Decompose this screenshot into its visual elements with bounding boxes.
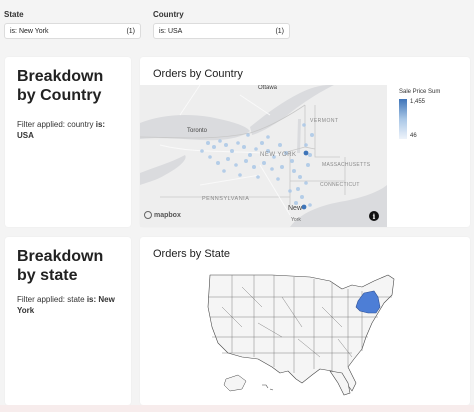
map-label-new-york: NEW YORK: [260, 152, 297, 158]
state-filter-select[interactable]: is: New York (1): [4, 23, 141, 39]
mapbox-logo-icon: [144, 211, 152, 219]
breakdown-country-card: Breakdown by Country Filter applied: cou…: [5, 57, 131, 227]
map-point-max: [301, 204, 307, 210]
map-label-pennsylvania: PENNSYLVANIA: [202, 196, 250, 202]
info-icon[interactable]: i: [369, 211, 379, 221]
legend-title: Sale Price Sum: [399, 89, 441, 95]
breakdown-state-title: Breakdown by state: [17, 248, 104, 284]
breakdown-state-filter-op: is:: [86, 295, 97, 304]
breakdown-country-filter-text: Filter applied: country is: USA: [17, 119, 119, 141]
orders-by-country-title: Orders by Country: [153, 68, 243, 80]
state-filter-label: State: [4, 10, 24, 19]
map-label-massachusetts: MASSACHUSETTS: [322, 162, 371, 168]
breakdown-country-filter-prefix: Filter applied: country: [17, 120, 94, 129]
country-filter: Country is: USA (1): [153, 10, 290, 39]
orders-by-country-card: Orders by Country Ottawa Toronto VERMONT…: [140, 57, 470, 227]
legend-min: 46: [410, 133, 417, 139]
mapbox-logo-text: mapbox: [154, 211, 181, 219]
mapbox-logo[interactable]: mapbox: [144, 211, 181, 219]
map-label-toronto: Toronto: [187, 128, 208, 134]
state-filter: State is: New York (1): [4, 10, 141, 39]
orders-by-state-card: Orders by State: [140, 237, 470, 405]
us-state-map[interactable]: [202, 267, 402, 397]
country-filter-label: Country: [153, 10, 184, 19]
bottom-strip: [0, 405, 474, 412]
country-map[interactable]: Ottawa Toronto VERMONT NEW YORK MASSACHU…: [140, 85, 387, 227]
map-label-ottawa: Ottawa: [258, 85, 278, 91]
breakdown-state-filter-text: Filter applied: state is: New York: [17, 294, 119, 316]
breakdown-country-filter-op: is:: [95, 120, 106, 129]
map-label-connecticut: CONNECTICUT: [320, 182, 360, 188]
legend-max: 1,455: [410, 99, 426, 105]
breakdown-state-card: Breakdown by state Filter applied: state…: [5, 237, 131, 405]
breakdown-country-title: Breakdown by Country: [17, 68, 104, 104]
state-filter-count: (1): [126, 27, 135, 35]
state-filter-value: is: New York: [10, 27, 49, 35]
orders-by-state-title: Orders by State: [153, 248, 231, 260]
country-filter-count: (1): [275, 27, 284, 35]
country-filter-value: is: USA: [159, 27, 183, 35]
breakdown-country-filter-value: USA: [17, 131, 34, 140]
map-label-new-city: New: [288, 205, 303, 212]
legend-color-bar: [399, 99, 407, 139]
breakdown-state-filter-prefix: Filter applied: state: [17, 295, 85, 304]
map-label-york-city: York: [291, 217, 301, 223]
sale-price-legend: Sale Price Sum 1,455 46: [399, 89, 440, 139]
map-label-vermont: VERMONT: [310, 118, 339, 124]
country-filter-select[interactable]: is: USA (1): [153, 23, 290, 39]
